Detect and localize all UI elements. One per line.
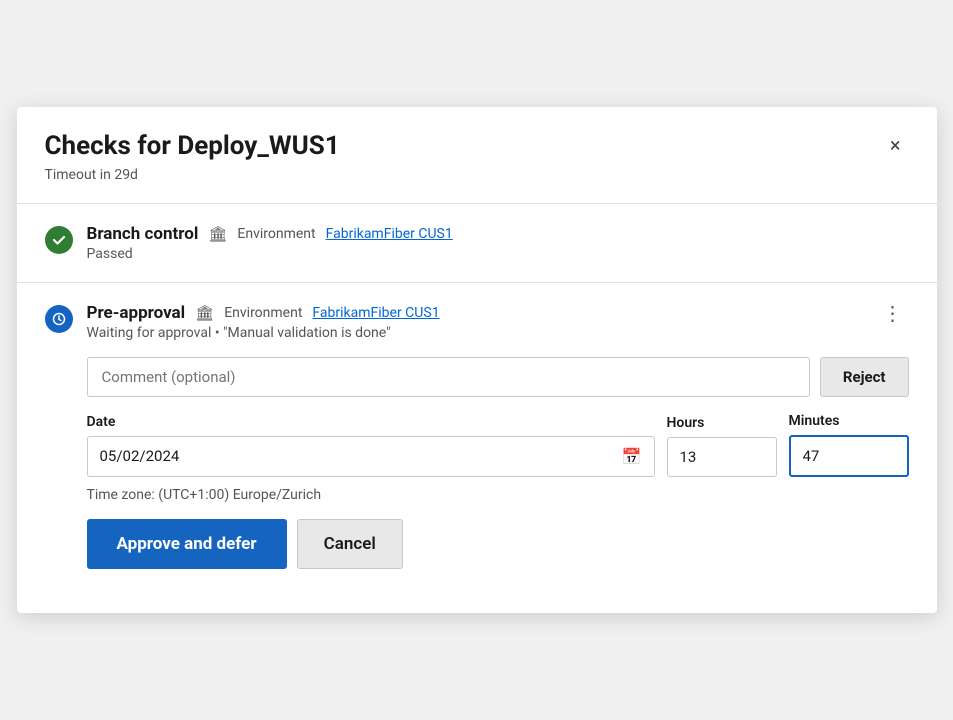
checks-dialog: Checks for Deploy_WUS1 Timeout in 29d × …: [17, 107, 937, 612]
dialog-subtitle: Timeout in 29d: [45, 167, 340, 183]
check-item-header: Branch control 🏛 Environment FabrikamFib…: [45, 224, 909, 262]
date-field: Date 📅: [87, 414, 655, 477]
environment-icon-pre-approval: 🏛: [195, 304, 214, 322]
hours-label: Hours: [667, 415, 777, 431]
minutes-field: Minutes: [789, 413, 909, 477]
timezone-text: Time zone: (UTC+1:00) Europe/Zurich: [87, 487, 909, 503]
check-status-passed: Passed: [87, 246, 909, 262]
close-button[interactable]: ×: [882, 131, 909, 159]
minutes-input[interactable]: [789, 435, 909, 477]
check-name-row-pre-approval: Pre-approval 🏛 Environment FabrikamFiber…: [87, 303, 863, 323]
check-item-branch-control: Branch control 🏛 Environment FabrikamFib…: [45, 204, 909, 282]
check-name-row: Branch control 🏛 Environment FabrikamFib…: [87, 224, 909, 244]
hours-field: Hours: [667, 415, 777, 477]
more-options-button[interactable]: ⋮: [877, 303, 909, 323]
environment-icon: 🏛: [208, 225, 227, 243]
minutes-label: Minutes: [789, 413, 909, 429]
comment-input[interactable]: [87, 357, 810, 397]
check-status-pending: Waiting for approval • "Manual validatio…: [87, 325, 863, 341]
dialog-header: Checks for Deploy_WUS1 Timeout in 29d ×: [45, 131, 909, 182]
check-status-icon-pending: [45, 305, 73, 333]
environment-label-pre-approval: Environment: [224, 305, 302, 321]
approve-defer-button[interactable]: Approve and defer: [87, 519, 287, 569]
comment-reject-row: Reject: [87, 357, 909, 397]
date-input-wrapper: 📅: [87, 436, 655, 477]
check-item-header-pre-approval: Pre-approval 🏛 Environment FabrikamFiber…: [45, 303, 909, 341]
date-input[interactable]: [100, 447, 622, 465]
dialog-title-area: Checks for Deploy_WUS1 Timeout in 29d: [45, 131, 340, 182]
check-status-icon-passed: [45, 226, 73, 254]
dialog-title: Checks for Deploy_WUS1: [45, 131, 340, 162]
check-name-pre-approval: Pre-approval: [87, 303, 186, 323]
environment-link[interactable]: FabrikamFiber CUS1: [326, 226, 453, 242]
check-info-pre-approval: Pre-approval 🏛 Environment FabrikamFiber…: [87, 303, 863, 341]
environment-link-pre-approval[interactable]: FabrikamFiber CUS1: [312, 305, 439, 321]
reject-button[interactable]: Reject: [820, 357, 909, 397]
cancel-button[interactable]: Cancel: [297, 519, 403, 569]
check-item-pre-approval: Pre-approval 🏛 Environment FabrikamFiber…: [45, 283, 909, 589]
datetime-row: Date 📅 Hours Minutes: [87, 413, 909, 477]
action-row: Approve and defer Cancel: [87, 519, 909, 569]
environment-label: Environment: [237, 226, 315, 242]
approval-form: Reject Date 📅 Hours Minutes: [87, 357, 909, 569]
calendar-icon[interactable]: 📅: [622, 447, 642, 466]
date-label: Date: [87, 414, 655, 430]
check-info-branch-control: Branch control 🏛 Environment FabrikamFib…: [87, 224, 909, 262]
hours-input[interactable]: [667, 437, 777, 477]
check-name: Branch control: [87, 224, 199, 244]
